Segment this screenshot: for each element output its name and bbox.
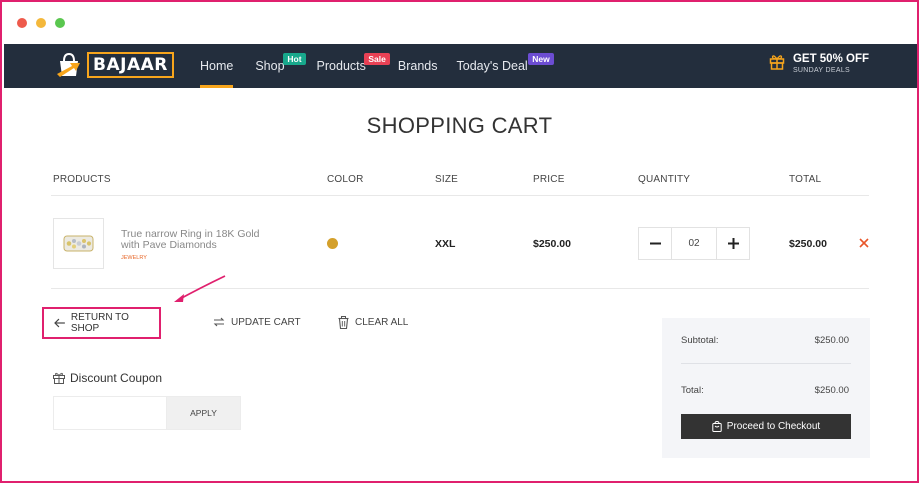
header-divider xyxy=(51,195,869,196)
site-header: BAJAAR Home Shop Hot Products Sale Brand… xyxy=(4,44,917,88)
update-cart-button[interactable]: UPDATE CART xyxy=(213,316,301,328)
subtotal-label: Subtotal: xyxy=(681,335,719,346)
quantity-stepper: 02 xyxy=(638,227,750,260)
update-cart-label: UPDATE CART xyxy=(231,316,301,328)
shopping-bag-icon xyxy=(56,52,84,78)
new-badge: New xyxy=(528,53,554,65)
trash-icon xyxy=(338,316,349,329)
logo-text: BAJAAR xyxy=(87,52,174,78)
nav-products-label: Products xyxy=(316,59,366,73)
nav-home[interactable]: Home xyxy=(200,44,234,88)
hot-badge: Hot xyxy=(283,53,306,65)
minimize-dot[interactable] xyxy=(36,18,46,28)
increment-button[interactable] xyxy=(717,228,749,259)
nav-shop-label: Shop xyxy=(255,59,285,73)
line-total: $250.00 xyxy=(789,238,827,250)
browser-frame: BAJAAR Home Shop Hot Products Sale Brand… xyxy=(0,0,919,483)
column-color: COLOR xyxy=(327,174,364,185)
subtotal-value: $250.00 xyxy=(814,335,849,346)
nav-products[interactable]: Products Sale xyxy=(316,44,390,88)
apply-coupon-button[interactable]: APPLY xyxy=(166,396,241,430)
annotation-arrow-icon xyxy=(174,275,226,302)
arrow-left-icon xyxy=(54,318,65,328)
total-value: $250.00 xyxy=(814,385,849,396)
site-logo[interactable]: BAJAAR xyxy=(56,52,174,78)
plus-icon xyxy=(727,238,739,249)
proceed-to-checkout-button[interactable]: Proceed to Checkout xyxy=(681,414,851,439)
checkout-label: Proceed to Checkout xyxy=(726,421,821,432)
nav-shop[interactable]: Shop Hot xyxy=(255,44,306,88)
total-row: Total: $250.00 xyxy=(681,385,849,396)
main-nav: Home Shop Hot Products Sale Brands Today… xyxy=(200,44,554,88)
clear-all-button[interactable]: CLEAR ALL xyxy=(338,316,408,329)
decrement-button[interactable] xyxy=(639,228,671,259)
total-label: Total: xyxy=(681,385,704,396)
nav-todays-deal-label: Today's Deal xyxy=(456,59,528,73)
column-quantity: QUANTITY xyxy=(638,174,691,185)
column-products: PRODUCTS xyxy=(53,174,111,185)
gift-icon xyxy=(53,372,65,384)
close-icon xyxy=(859,238,869,248)
quantity-value[interactable]: 02 xyxy=(671,228,717,259)
product-size: XXL xyxy=(435,238,456,250)
window-controls xyxy=(17,18,65,28)
product-name[interactable]: True narrow Ring in 18K Gold with Pave D… xyxy=(121,229,271,251)
bag-icon xyxy=(712,421,722,432)
subtotal-row: Subtotal: $250.00 xyxy=(681,335,849,346)
column-price: PRICE xyxy=(533,174,565,185)
deal-title: GET 50% OFF xyxy=(792,53,869,65)
summary-divider xyxy=(681,363,851,364)
deal-subtitle: SUNDAY DEALS xyxy=(792,67,850,74)
remove-item-button[interactable] xyxy=(859,235,869,251)
product-price: $250.00 xyxy=(533,238,571,250)
return-to-shop-label: RETURN TO SHOP xyxy=(70,312,129,334)
page-title: SHOPPING CART xyxy=(366,113,553,138)
close-dot[interactable] xyxy=(17,18,27,28)
nav-todays-deal[interactable]: Today's Deal New xyxy=(456,44,554,88)
coupon-title: Discount Coupon xyxy=(70,371,163,385)
sale-badge: Sale xyxy=(364,53,390,65)
gift-icon xyxy=(769,53,785,75)
column-total: TOTAL xyxy=(789,174,822,185)
product-category[interactable]: JEWELRY xyxy=(121,255,147,261)
nav-brands[interactable]: Brands xyxy=(398,44,438,88)
deal-promo[interactable]: GET 50% OFF SUNDAY DEALS xyxy=(769,53,869,75)
minus-icon xyxy=(649,242,661,245)
nav-home-label: Home xyxy=(200,59,234,73)
maximize-dot[interactable] xyxy=(55,18,65,28)
nav-brands-label: Brands xyxy=(397,59,438,73)
deal-text: GET 50% OFF SUNDAY DEALS xyxy=(793,53,869,75)
color-swatch xyxy=(327,238,338,249)
coupon-heading: Discount Coupon xyxy=(53,371,162,385)
column-size: SIZE xyxy=(435,174,459,185)
order-summary: Subtotal: $250.00 Total: $250.00 Proceed… xyxy=(662,318,870,458)
coupon-code-input[interactable] xyxy=(53,396,166,430)
return-to-shop-button[interactable]: RETURN TO SHOP xyxy=(42,307,161,339)
refresh-icon xyxy=(213,317,225,327)
clear-all-label: CLEAR ALL xyxy=(355,317,409,328)
product-thumbnail[interactable] xyxy=(53,218,104,269)
